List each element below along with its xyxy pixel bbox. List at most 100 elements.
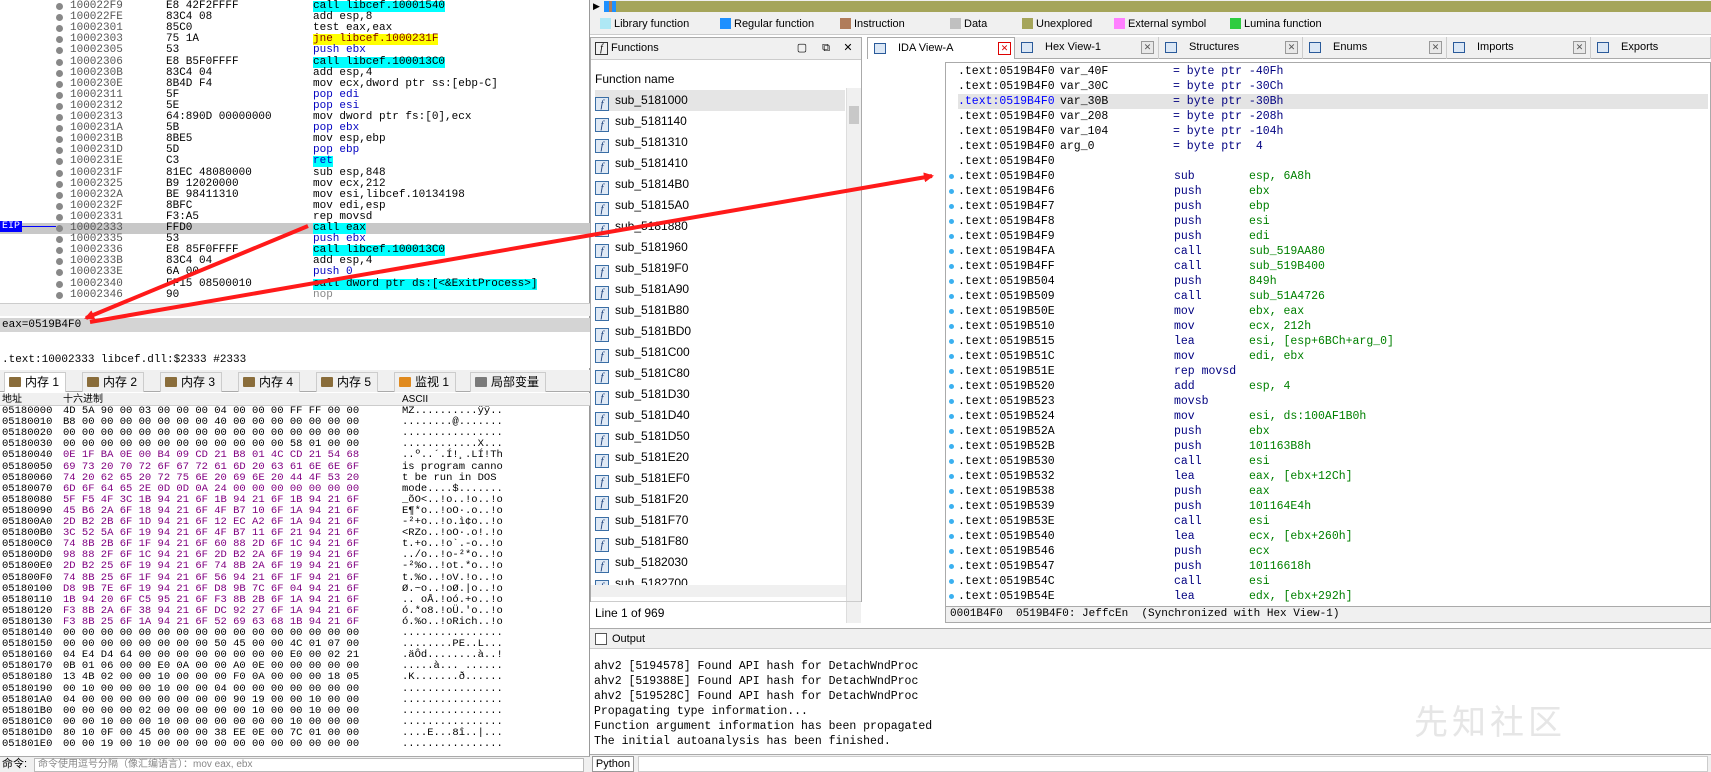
disasm-row[interactable]: 10002305 53 push ebx [0, 45, 590, 56]
memory-row[interactable]: 05180190 00 10 00 00 00 10 00 00 04 00 00… [0, 683, 590, 695]
function-list-item[interactable]: f sub_51815A0 [595, 195, 845, 216]
function-list-item[interactable]: f sub_5181000 [595, 90, 845, 111]
tab-close-icon[interactable]: ✕ [1285, 41, 1298, 54]
tab-close-icon[interactable]: ✕ [1141, 41, 1154, 54]
breakpoint-dot-icon[interactable] [56, 136, 63, 144]
function-list-item[interactable]: f sub_5181D30 [595, 384, 845, 405]
listing-row[interactable]: .text:0519B509 call sub_51A4726 [958, 289, 1708, 304]
listing-row[interactable]: .text:0519B51E rep movsd [958, 364, 1708, 379]
memory-tab[interactable]: 内存 1 [4, 372, 67, 392]
disasm-row[interactable]: 1000233E 6A 00 push 0 [0, 267, 590, 278]
navigation-bar[interactable] [604, 1, 1711, 12]
memory-tab[interactable]: 内存 2 [82, 372, 145, 392]
listing-row[interactable]: .text:0519B540 lea ecx, [ebx+260h] [958, 529, 1708, 544]
nav-expand-icon[interactable]: ▶ [593, 1, 600, 12]
function-list-item[interactable]: f sub_5181F80 [595, 531, 845, 552]
listing-row[interactable]: .text:0519B4F0 var_30B = byte ptr -30Bh [958, 94, 1708, 109]
breakpoint-dot-icon[interactable] [56, 247, 63, 255]
listing-row[interactable]: .text:0519B4F0 arg_0 = byte ptr 4 [958, 139, 1708, 154]
functions-list[interactable]: f sub_5181000 f sub_5181140 f sub_5181310 f sub… [591, 90, 846, 585]
listing-row[interactable]: .text:0519B4FF call sub_519B400 [958, 259, 1708, 274]
breakpoint-dot-icon[interactable] [56, 69, 63, 77]
function-list-item[interactable]: f sub_51814B0 [595, 174, 845, 195]
disassembly-view[interactable]: 100022F9 E8 42F2FFFF call libcef.10001540 1… [0, 0, 590, 318]
breakpoint-dot-icon[interactable] [56, 280, 63, 288]
listing-row[interactable]: .text:0519B4F0 var_40F = byte ptr -40Fh [958, 64, 1708, 79]
breakpoint-dot-icon[interactable] [56, 147, 63, 155]
listing-row[interactable]: .text:0519B510 mov ecx, 212h [958, 319, 1708, 334]
function-list-item[interactable]: f sub_5181B80 [595, 300, 845, 321]
listing-row[interactable]: .text:0519B4F9 push edi [958, 229, 1708, 244]
listing-row[interactable]: .text:0519B53E call esi [958, 514, 1708, 529]
function-list-item[interactable]: f sub_5181960 [595, 237, 845, 258]
listing-row[interactable]: .text:0519B50E mov ebx, eax [958, 304, 1708, 319]
listing-row[interactable]: .text:0519B4F8 push esi [958, 214, 1708, 229]
breakpoint-dot-icon[interactable] [56, 258, 63, 266]
memory-row[interactable]: 051800E0 2D B2 25 6F 19 94 21 6F 74 8B 2A… [0, 561, 590, 572]
breakpoint-dot-icon[interactable] [56, 191, 63, 199]
functions-column-header[interactable]: Function name [591, 70, 846, 88]
disasm-row[interactable]: 10002306 E8 B5F0FFFF call libcef.100013C0 [0, 56, 590, 68]
breakpoint-dot-icon[interactable] [56, 269, 63, 277]
breakpoint-dot-icon[interactable] [56, 169, 63, 177]
memory-row[interactable]: 05180180 13 4B 02 00 00 10 00 00 00 F0 0A… [0, 672, 590, 683]
listing-row[interactable]: .text:0519B538 push eax [958, 484, 1708, 499]
memory-tab[interactable]: 内存 5 [316, 372, 379, 392]
listing-row[interactable]: .text:0519B4F7 push ebp [958, 199, 1708, 214]
view-tab[interactable]: Exports [1591, 37, 1711, 59]
memory-row[interactable]: 05180040 0E 1F BA 0E 00 B4 09 CD 21 B8 01… [0, 450, 590, 461]
listing-row[interactable]: .text:0519B515 lea esi, [esp+6BCh+arg_0] [958, 334, 1708, 349]
breakpoint-dot-icon[interactable] [56, 236, 63, 244]
listing-row[interactable]: .text:0519B4F0 var_104 = byte ptr -104h [958, 124, 1708, 139]
ida-view-a-listing[interactable]: .text:0519B4F0 var_40F = byte ptr -40Fh .te… [945, 62, 1711, 620]
breakpoint-dot-icon[interactable] [56, 158, 63, 166]
view-tab[interactable]: Hex View-1 ✕ [1015, 37, 1159, 59]
listing-row[interactable]: .text:0519B524 mov esi, ds:100AF1B0h [958, 409, 1708, 424]
listing-row[interactable]: .text:0519B4FA call sub_519AA80 [958, 244, 1708, 259]
tab-close-icon[interactable]: ✕ [998, 42, 1011, 55]
listing-row[interactable]: .text:0519B539 push 101164E4h [958, 499, 1708, 514]
memory-row[interactable]: 051801E0 00 00 19 00 10 00 00 00 00 00 00… [0, 738, 590, 750]
breakpoint-dot-icon[interactable] [56, 25, 63, 33]
listing-row[interactable]: .text:0519B504 push 849h [958, 274, 1708, 289]
breakpoint-dot-icon[interactable] [56, 14, 63, 22]
listing-row[interactable]: .text:0519B54C call esi [958, 574, 1708, 589]
disasm-row[interactable]: 1000231E C3 ret [0, 156, 590, 168]
panel-float-icon[interactable]: ▢ [796, 42, 808, 54]
listing-row[interactable]: .text:0519B4F0 var_30C = byte ptr -30Ch [958, 79, 1708, 94]
breakpoint-dot-icon[interactable] [56, 213, 63, 221]
function-list-item[interactable]: f sub_5181410 [595, 153, 845, 174]
function-list-item[interactable]: fsub_5182700 [595, 573, 845, 585]
listing-row[interactable]: .text:0519B4F0 sub esp, 6A8h [958, 169, 1708, 184]
listing-row[interactable]: .text:0519B546 push ecx [958, 544, 1708, 559]
breakpoint-dot-icon[interactable] [56, 102, 63, 110]
view-tab[interactable]: Structures ✕ [1159, 37, 1303, 59]
listing-row[interactable]: .text:0519B523 movsb [958, 394, 1708, 409]
memory-row[interactable]: 05180050 69 73 20 70 72 6F 67 72 61 6D 20… [0, 461, 590, 473]
memory-tab[interactable]: 局部变量 [470, 372, 547, 392]
breakpoint-dot-icon[interactable] [56, 125, 63, 133]
tab-close-icon[interactable]: ✕ [1573, 41, 1586, 54]
function-list-item[interactable]: f sub_5181C80 [595, 363, 845, 384]
breakpoint-dot-icon[interactable] [56, 36, 63, 44]
function-list-item[interactable]: f sub_5181D50 [595, 426, 845, 447]
function-list-item[interactable]: f sub_51819F0 [595, 258, 845, 279]
command-input[interactable]: 命令使用逗号分隔（像汇编语言）：mov eax, ebx [34, 758, 584, 772]
listing-row[interactable]: .text:0519B52A push ebx [958, 424, 1708, 439]
listing-row[interactable]: .text:0519B51C mov edi, ebx [958, 349, 1708, 364]
function-list-item[interactable]: f sub_5181A90 [595, 279, 845, 300]
disasm-horizontal-scrollbar[interactable] [0, 303, 590, 316]
function-list-item[interactable]: f sub_5181EF0 [595, 468, 845, 489]
listing-row[interactable]: .text:0519B547 push 10116618h [958, 559, 1708, 574]
disasm-row[interactable]: 1000231F 81EC 48080000 sub esp,848 [0, 167, 590, 179]
disasm-row[interactable]: 10002340 FF15 08500010 call dword ptr ds:[… [0, 278, 590, 290]
scroll-thumb[interactable] [849, 106, 859, 124]
function-list-item[interactable]: f sub_5181140 [595, 111, 845, 132]
breakpoint-dot-icon[interactable] [56, 291, 63, 299]
listing-row[interactable]: .text:0519B520 add esp, 4 [958, 379, 1708, 394]
memory-dump-view[interactable]: 05180000 4D 5A 90 00 03 00 00 00 04 00 00… [0, 406, 590, 754]
python-input[interactable] [638, 756, 1708, 772]
navigation-band[interactable]: ▶ [590, 0, 1711, 13]
view-tab[interactable]: Imports ✕ [1447, 37, 1591, 59]
function-list-item[interactable]: f sub_5181F70 [595, 510, 845, 531]
